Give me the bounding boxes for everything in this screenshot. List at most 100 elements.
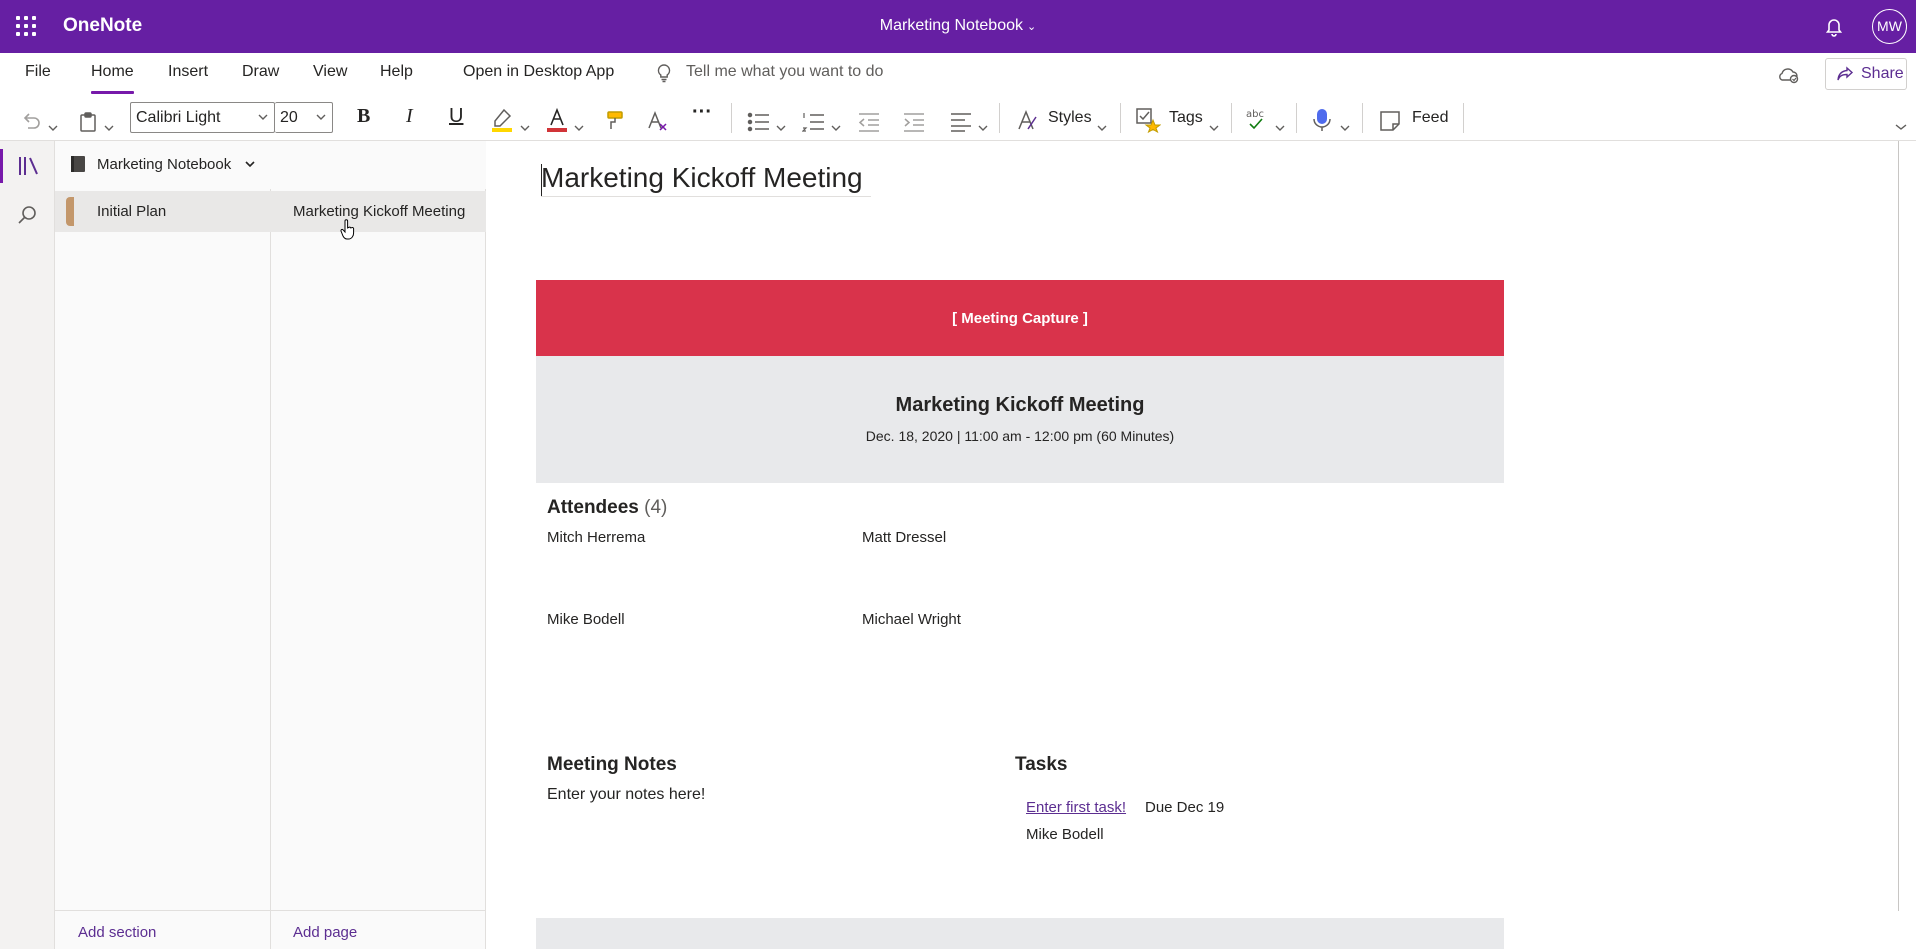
open-desktop-app-button[interactable]: Open in Desktop App [463, 63, 614, 81]
highlighter-dropdown-icon[interactable] [519, 113, 531, 143]
styles-dropdown-icon[interactable] [1096, 113, 1108, 143]
feed-label[interactable]: Feed [1412, 109, 1448, 127]
scrollbar-track [1898, 141, 1899, 911]
notebook-icon [71, 156, 85, 172]
share-icon [1837, 66, 1854, 81]
undo-dropdown-icon[interactable] [47, 113, 59, 143]
feed-icon[interactable] [1378, 106, 1402, 136]
meeting-info-block: Marketing Kickoff Meeting Dec. 18, 2020 … [536, 356, 1504, 483]
add-page-button[interactable]: Add page [293, 924, 357, 941]
add-section-button[interactable]: Add section [78, 924, 156, 941]
styles-icon[interactable] [1015, 106, 1039, 136]
page-title[interactable]: Marketing Kickoff Meeting [541, 162, 863, 194]
ribbon-divider [1463, 103, 1464, 133]
attendee-name[interactable]: Mitch Herrema [547, 529, 645, 546]
tab-home[interactable]: Home [91, 63, 134, 94]
notebook-selector[interactable]: Marketing Notebook [55, 141, 486, 189]
notebooks-library-icon[interactable] [17, 155, 41, 177]
attendee-name[interactable]: Michael Wright [862, 611, 961, 628]
alignment-dropdown-icon[interactable] [977, 113, 989, 143]
font-name-select[interactable]: Calibri Light [130, 102, 275, 133]
numbered-list-dropdown-icon[interactable] [830, 113, 842, 143]
meeting-notes-text[interactable]: Enter your notes here! [547, 786, 705, 804]
font-color-icon[interactable] [545, 105, 569, 135]
ribbon-divider [999, 103, 1000, 133]
paragraph-alignment-icon[interactable] [949, 107, 973, 137]
clipboard-dropdown-icon[interactable] [103, 113, 115, 143]
bullet-list-icon[interactable] [747, 107, 771, 137]
tasks-heading[interactable]: Tasks [1015, 754, 1067, 776]
ribbon-divider [1231, 103, 1232, 133]
active-indicator [0, 149, 3, 183]
pane-footer-divider [55, 910, 486, 911]
title-bar: OneNote Marketing Notebook ⌄ MW [0, 0, 1916, 53]
ribbon-toolbar: Calibri Light 20 B I U ··· Styles Tags a… [0, 95, 1916, 141]
attendees-heading[interactable]: Attendees (4) [547, 497, 667, 519]
tags-dropdown-icon[interactable] [1208, 113, 1220, 143]
attendee-name[interactable]: Mike Bodell [547, 611, 625, 628]
ribbon-divider [731, 103, 732, 133]
dictate-dropdown-icon[interactable] [1339, 113, 1351, 143]
tell-me-search[interactable]: Tell me what you want to do [686, 63, 883, 81]
task-owner[interactable]: Mike Bodell [1026, 826, 1104, 843]
ribbon-tabs: File Home Insert Draw View Help Open in … [0, 53, 1916, 95]
tab-draw[interactable]: Draw [242, 63, 279, 81]
text-cursor [541, 164, 542, 196]
increase-indent-icon[interactable] [902, 107, 926, 137]
sections-pane [55, 141, 271, 949]
chevron-down-icon [316, 114, 326, 120]
decrease-indent-icon[interactable] [857, 107, 881, 137]
share-button[interactable]: Share [1825, 58, 1907, 90]
attendees-heading-label: Attendees [547, 497, 639, 518]
clipboard-icon[interactable] [78, 107, 98, 137]
section-color-tab [66, 197, 74, 226]
spelling-icon[interactable]: abc [1245, 105, 1269, 135]
tab-insert[interactable]: Insert [168, 63, 208, 81]
sync-status-icon[interactable] [1776, 65, 1800, 85]
chevron-down-icon [258, 114, 268, 120]
underline-button[interactable]: U [449, 105, 463, 128]
notifications-bell-icon[interactable] [1823, 15, 1845, 37]
highlighter-icon[interactable] [490, 105, 514, 135]
more-options-icon[interactable]: ··· [692, 101, 712, 124]
format-painter-icon[interactable] [601, 106, 625, 136]
tab-view[interactable]: View [313, 63, 347, 81]
section-item-initial-plan[interactable]: Initial Plan [55, 191, 271, 232]
task-link[interactable]: Enter first task! [1026, 799, 1126, 816]
section-label: Initial Plan [97, 203, 167, 220]
ribbon-divider [1296, 103, 1297, 133]
attendee-name[interactable]: Matt Dressel [862, 529, 946, 546]
font-size-select[interactable]: 20 [275, 102, 333, 133]
avatar[interactable]: MW [1872, 9, 1907, 44]
vertical-scrollbar[interactable] [1896, 141, 1916, 949]
font-size-value: 20 [280, 109, 298, 126]
bullet-list-dropdown-icon[interactable] [775, 113, 787, 143]
lightbulb-icon [657, 64, 671, 83]
spelling-dropdown-icon[interactable] [1274, 113, 1286, 143]
notebook-title-dropdown[interactable]: Marketing Notebook ⌄ [0, 17, 1916, 35]
italic-button[interactable]: I [406, 105, 413, 128]
meeting-notes-heading[interactable]: Meeting Notes [547, 754, 677, 776]
hand-pointer-icon [340, 219, 355, 240]
tab-help[interactable]: Help [380, 63, 413, 81]
tab-file[interactable]: File [25, 63, 51, 81]
clear-formatting-icon[interactable] [645, 106, 669, 136]
left-rail [0, 141, 55, 949]
tags-label[interactable]: Tags [1169, 109, 1203, 127]
tags-icon[interactable] [1135, 105, 1161, 135]
font-color-dropdown-icon[interactable] [573, 113, 585, 143]
page-item-marketing-kickoff[interactable]: Marketing Kickoff Meeting [271, 191, 486, 232]
numbered-list-icon[interactable] [802, 107, 826, 137]
chevron-down-icon: ⌄ [1026, 21, 1037, 33]
dictate-microphone-icon[interactable] [1310, 105, 1334, 135]
undo-icon[interactable] [20, 107, 44, 137]
meeting-title[interactable]: Marketing Kickoff Meeting [536, 394, 1504, 417]
bold-button[interactable]: B [357, 105, 370, 128]
styles-label[interactable]: Styles [1048, 109, 1092, 127]
notebook-title: Marketing Notebook [879, 17, 1023, 34]
search-icon[interactable] [17, 204, 39, 226]
page-canvas[interactable] [486, 141, 1896, 949]
collapse-ribbon-icon[interactable] [1894, 122, 1908, 132]
task-due-date[interactable]: Due Dec 19 [1145, 799, 1224, 816]
meeting-datetime[interactable]: Dec. 18, 2020 | 11:00 am - 12:00 pm (60 … [536, 428, 1504, 444]
